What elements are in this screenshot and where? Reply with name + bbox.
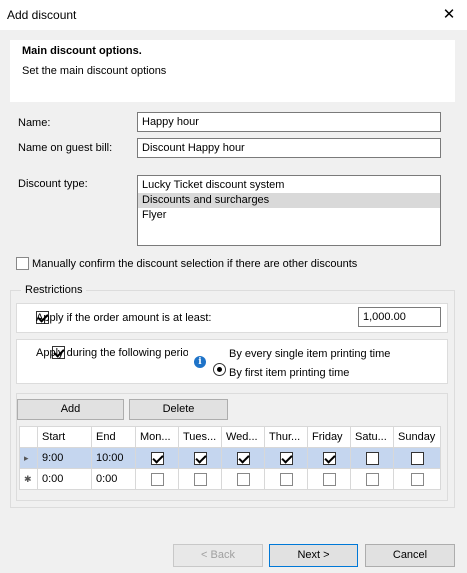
column-header[interactable]: End <box>91 426 136 448</box>
day-cell[interactable] <box>221 447 265 469</box>
day-checkbox[interactable] <box>193 451 207 465</box>
day-cell[interactable] <box>393 468 441 490</box>
day-checkbox[interactable] <box>322 451 336 465</box>
column-header[interactable]: Start <box>37 426 92 448</box>
back-button[interactable]: < Back <box>173 544 263 567</box>
day-cell[interactable] <box>393 447 441 469</box>
guest-bill-label: Name on guest bill: <box>18 142 113 154</box>
day-checkbox[interactable] <box>236 451 250 465</box>
close-icon[interactable]: ✕ <box>438 4 460 26</box>
column-header[interactable]: Mon... <box>135 426 179 448</box>
add-button[interactable]: Add <box>17 399 124 420</box>
day-cell[interactable] <box>307 447 351 469</box>
guest-bill-field[interactable]: Discount Happy hour <box>137 138 441 158</box>
day-checkbox[interactable] <box>193 472 207 486</box>
day-checkbox[interactable] <box>279 451 293 465</box>
table-row[interactable]: ▸ 9:00 10:00 <box>19 447 441 469</box>
day-cell[interactable] <box>178 468 222 490</box>
day-cell[interactable] <box>135 468 179 490</box>
day-checkbox[interactable] <box>365 472 379 486</box>
min-amount-label: Apply if the order amount is at least: <box>36 312 212 324</box>
day-checkbox[interactable] <box>150 472 164 486</box>
start-cell[interactable]: 0:00 <box>37 468 92 490</box>
column-header[interactable]: Friday <box>307 426 351 448</box>
day-cell[interactable] <box>135 447 179 469</box>
header-subtitle: Set the main discount options <box>22 65 167 77</box>
day-cell[interactable] <box>264 447 308 469</box>
radio-first-item-label: By first item printing time <box>229 367 350 379</box>
header-title: Main discount options. <box>22 45 142 57</box>
day-checkbox[interactable] <box>322 472 336 486</box>
radio-every-item[interactable] <box>213 363 226 376</box>
day-cell[interactable] <box>350 447 394 469</box>
day-cell[interactable] <box>178 447 222 469</box>
current-row-marker-icon: ▸ <box>19 447 38 469</box>
day-checkbox[interactable] <box>150 451 164 465</box>
end-cell[interactable]: 0:00 <box>91 468 136 490</box>
grid-header-row: Start End Mon... Tues... Wed... Thur... … <box>19 426 441 448</box>
cancel-button[interactable]: Cancel <box>365 544 455 567</box>
list-item-selected[interactable]: Discounts and surcharges <box>138 193 440 208</box>
radio-every-item-label: By every single item printing time <box>229 348 391 360</box>
column-header[interactable]: Satu... <box>350 426 394 448</box>
day-cell[interactable] <box>221 468 265 490</box>
start-cell[interactable]: 9:00 <box>37 447 92 469</box>
window-title: Add discount <box>7 8 77 22</box>
min-amount-field[interactable]: 1,000.00 <box>358 307 441 327</box>
discount-type-list[interactable]: Lucky Ticket discount system Discounts a… <box>137 175 441 246</box>
column-header[interactable]: Wed... <box>221 426 265 448</box>
schedule-grid[interactable]: Start End Mon... Tues... Wed... Thur... … <box>19 426 441 490</box>
table-row[interactable]: ✱ 0:00 0:00 <box>19 468 441 490</box>
day-checkbox[interactable] <box>365 451 379 465</box>
next-button[interactable]: Next > <box>269 544 358 567</box>
column-header[interactable]: Thur... <box>264 426 308 448</box>
delete-button[interactable]: Delete <box>129 399 228 420</box>
day-cell[interactable] <box>350 468 394 490</box>
new-row-marker-icon: ✱ <box>19 468 38 490</box>
day-checkbox[interactable] <box>279 472 293 486</box>
column-header[interactable]: Tues... <box>178 426 222 448</box>
manual-confirm-checkbox[interactable] <box>16 257 29 270</box>
end-cell[interactable]: 10:00 <box>91 447 136 469</box>
day-checkbox[interactable] <box>236 472 250 486</box>
grid-header-corner <box>19 426 38 448</box>
day-cell[interactable] <box>264 468 308 490</box>
list-item[interactable]: Flyer <box>138 208 440 223</box>
discount-type-label: Discount type: <box>18 178 88 190</box>
day-checkbox[interactable] <box>410 472 424 486</box>
name-label: Name: <box>18 117 51 129</box>
info-icon: i <box>194 356 206 368</box>
manual-confirm-label: Manually confirm the discount selection … <box>32 258 358 270</box>
period-label: Apply during the following perio <box>36 347 188 359</box>
name-field[interactable]: Happy hour <box>137 112 441 132</box>
restrictions-label: Restrictions <box>21 284 87 296</box>
day-cell[interactable] <box>307 468 351 490</box>
day-checkbox[interactable] <box>410 451 424 465</box>
list-item[interactable]: Lucky Ticket discount system <box>138 178 440 193</box>
column-header[interactable]: Sunday <box>393 426 441 448</box>
